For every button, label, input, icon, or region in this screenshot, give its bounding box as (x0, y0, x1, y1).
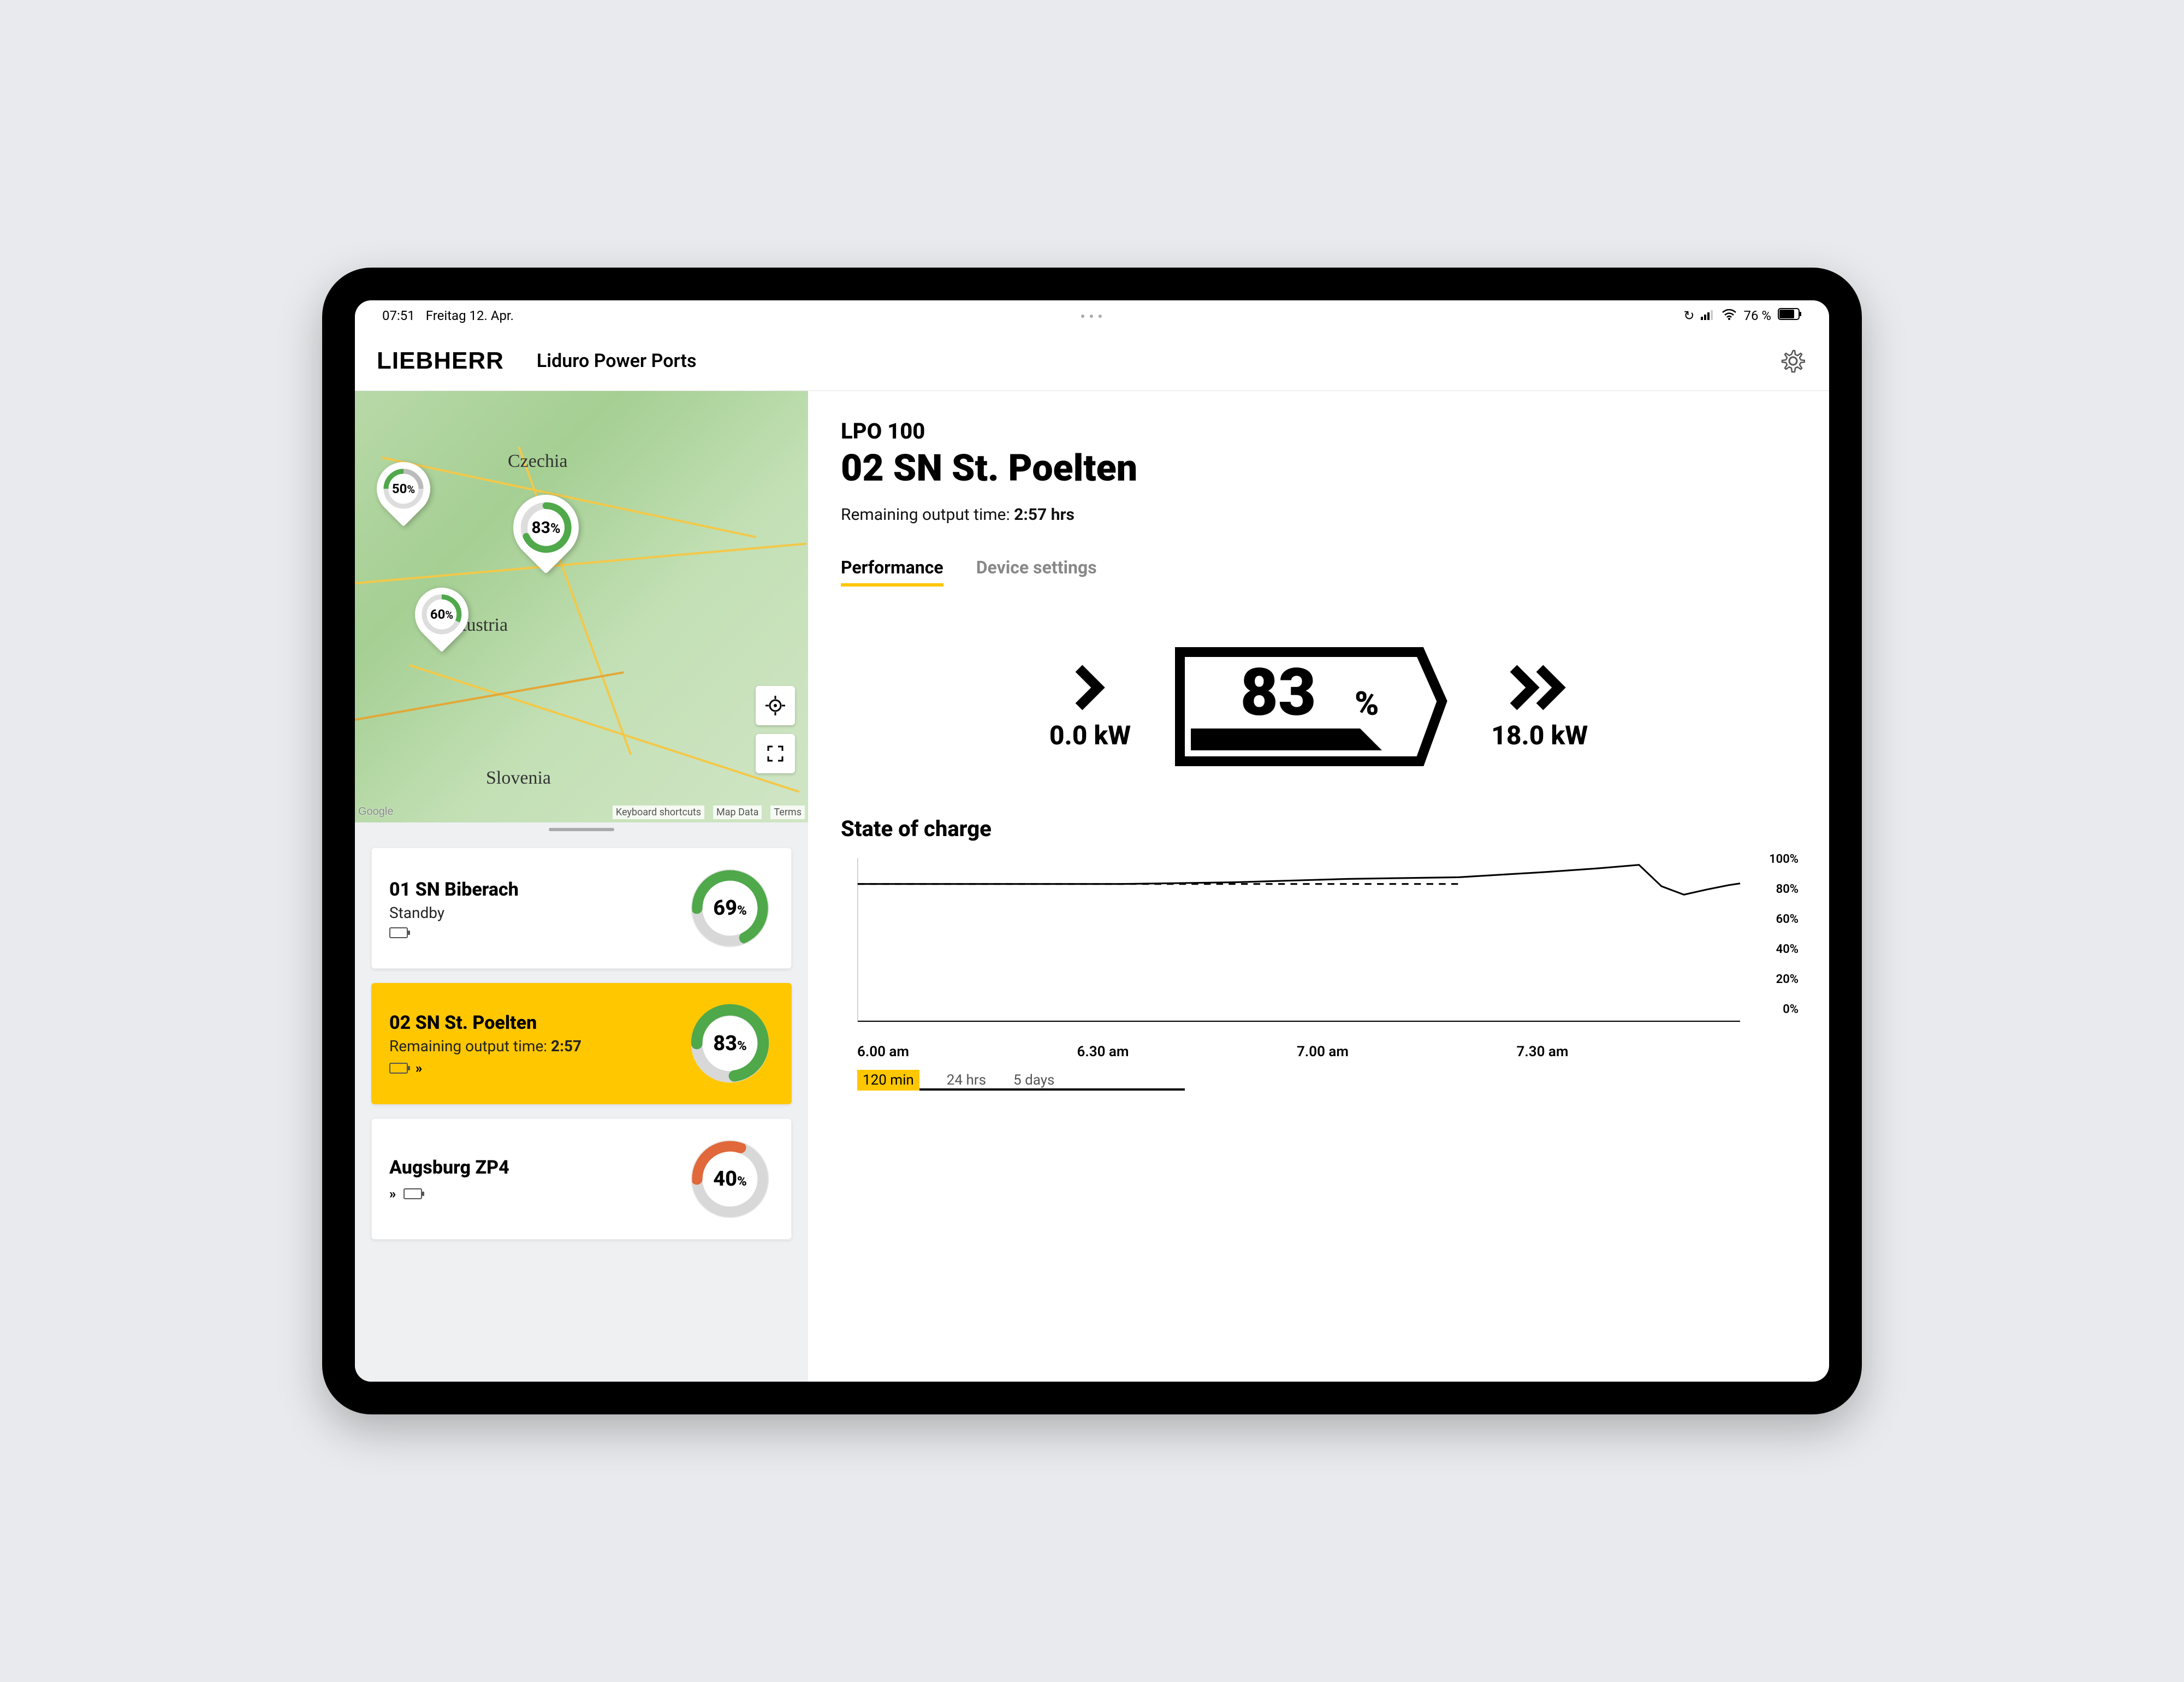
battery-icon (403, 1188, 422, 1199)
main-area: Czechia Austria Slovenia 50% 83% (355, 391, 1829, 1382)
map-pin-2[interactable]: 60% (404, 577, 480, 653)
signal-icon (1701, 308, 1715, 323)
x-axis-labels: 6.00 am 6.30 am 7.00 am 7.30 am (841, 1038, 1796, 1060)
map-fullscreen-button[interactable] (756, 734, 795, 773)
battery-icon (389, 927, 408, 938)
map-locate-button[interactable] (756, 686, 795, 725)
google-logo: Google (358, 806, 394, 819)
status-date: Freitag 12. Apr. (426, 308, 514, 323)
status-time: 07:51 (382, 308, 415, 323)
time-range-selector: 120 min 24 hrs 5 days (857, 1070, 1796, 1091)
output-power: 18.0 kW (1491, 663, 1588, 751)
detail-panel: LPO 100 02 SN St. Poelten Remaining outp… (808, 391, 1829, 1382)
double-chevron-icon: » (389, 1186, 396, 1201)
device-card-0[interactable]: 01 SN Biberach Standby (371, 848, 792, 969)
map-pin-1[interactable]: 83% (500, 481, 592, 574)
device-card-2[interactable]: Augsburg ZP4 » 4 (371, 1118, 792, 1240)
map-label-czechia: Czechia (508, 451, 568, 472)
tab-device-settings[interactable]: Device settings (976, 557, 1097, 587)
output-kw-value: 18.0 kW (1491, 720, 1588, 751)
app-title: Liduro Power Ports (537, 350, 697, 372)
crosshair-icon (765, 696, 785, 715)
range-120min[interactable]: 120 min (857, 1070, 919, 1091)
battery-icon (1778, 308, 1802, 323)
status-dots: ● ● ● (1081, 311, 1103, 321)
map[interactable]: Czechia Austria Slovenia 50% 83% (355, 391, 808, 822)
settings-button[interactable] (1779, 347, 1807, 375)
soc-chart[interactable]: 100% 80% 60% 40% 20% 0% (841, 852, 1796, 1038)
map-pin-0[interactable]: 50% (366, 451, 442, 527)
brand-logo: LIEBHERR (377, 347, 504, 375)
fullscreen-icon (767, 745, 784, 762)
sidebar: Czechia Austria Slovenia 50% 83% (355, 391, 808, 1382)
map-label-slovenia: Slovenia (486, 768, 551, 789)
map-attribution: Google Keyboard shortcuts Map Data Terms (358, 806, 805, 819)
wifi-icon (1722, 308, 1737, 323)
sync-icon: ↻ (1683, 308, 1694, 323)
input-kw-value: 0.0 kW (1049, 720, 1131, 751)
device-name: 02 SN St. Poelten (389, 1012, 686, 1034)
performance-row: 0.0 kW 83 % 18.0 kW (841, 636, 1796, 778)
device-status: Standby (389, 904, 686, 922)
svg-text:%: % (1355, 684, 1379, 723)
device-name: Augsburg ZP4 (389, 1157, 686, 1178)
tablet-frame: 07:51 Freitag 12. Apr. ● ● ● ↻ 76 % LIEB (322, 268, 1862, 1414)
double-chevron-icon: » (416, 1061, 422, 1076)
screen: 07:51 Freitag 12. Apr. ● ● ● ↻ 76 % LIEB (355, 300, 1829, 1382)
range-5days[interactable]: 5 days (1013, 1070, 1054, 1091)
device-gauge: 69% (686, 864, 774, 952)
svg-text:83: 83 (1241, 655, 1316, 731)
app-header: LIEBHERR Liduro Power Ports (355, 331, 1829, 391)
device-model: LPO 100 (841, 418, 1796, 444)
chart-title: State of charge (841, 816, 1796, 842)
gear-icon (1781, 349, 1805, 373)
y-axis-labels: 100% 80% 60% 40% 20% 0% (1769, 852, 1799, 1016)
status-bar: 07:51 Freitag 12. Apr. ● ● ● ↻ 76 % (355, 300, 1829, 331)
map-terms-link[interactable]: Terms (770, 806, 805, 819)
remaining-output: Remaining output time: 2:57 hrs (841, 505, 1796, 524)
input-power: 0.0 kW (1049, 663, 1131, 751)
battery-soc-graphic: 83 % (1169, 636, 1453, 778)
tab-performance[interactable]: Performance (841, 557, 943, 587)
map-data-link[interactable]: Map Data (713, 806, 762, 819)
status-battery-text: 76 % (1743, 308, 1771, 323)
map-shortcuts-link[interactable]: Keyboard shortcuts (613, 806, 704, 819)
device-card-1[interactable]: 02 SN St. Poelten Remaining output time:… (371, 983, 792, 1104)
double-chevron-right-icon (1507, 663, 1572, 712)
device-status: Remaining output time: 2:57 (389, 1037, 686, 1055)
device-name: 01 SN Biberach (389, 879, 686, 901)
chevron-right-icon (1071, 663, 1109, 712)
device-list: 01 SN Biberach Standby (355, 831, 808, 1256)
tabs: Performance Device settings (841, 557, 1796, 587)
battery-icon (389, 1063, 408, 1074)
page-title: 02 SN St. Poelten (841, 446, 1796, 490)
device-gauge: 83% (686, 1000, 774, 1087)
device-gauge: 40% (686, 1135, 774, 1223)
range-24hrs[interactable]: 24 hrs (947, 1070, 986, 1091)
